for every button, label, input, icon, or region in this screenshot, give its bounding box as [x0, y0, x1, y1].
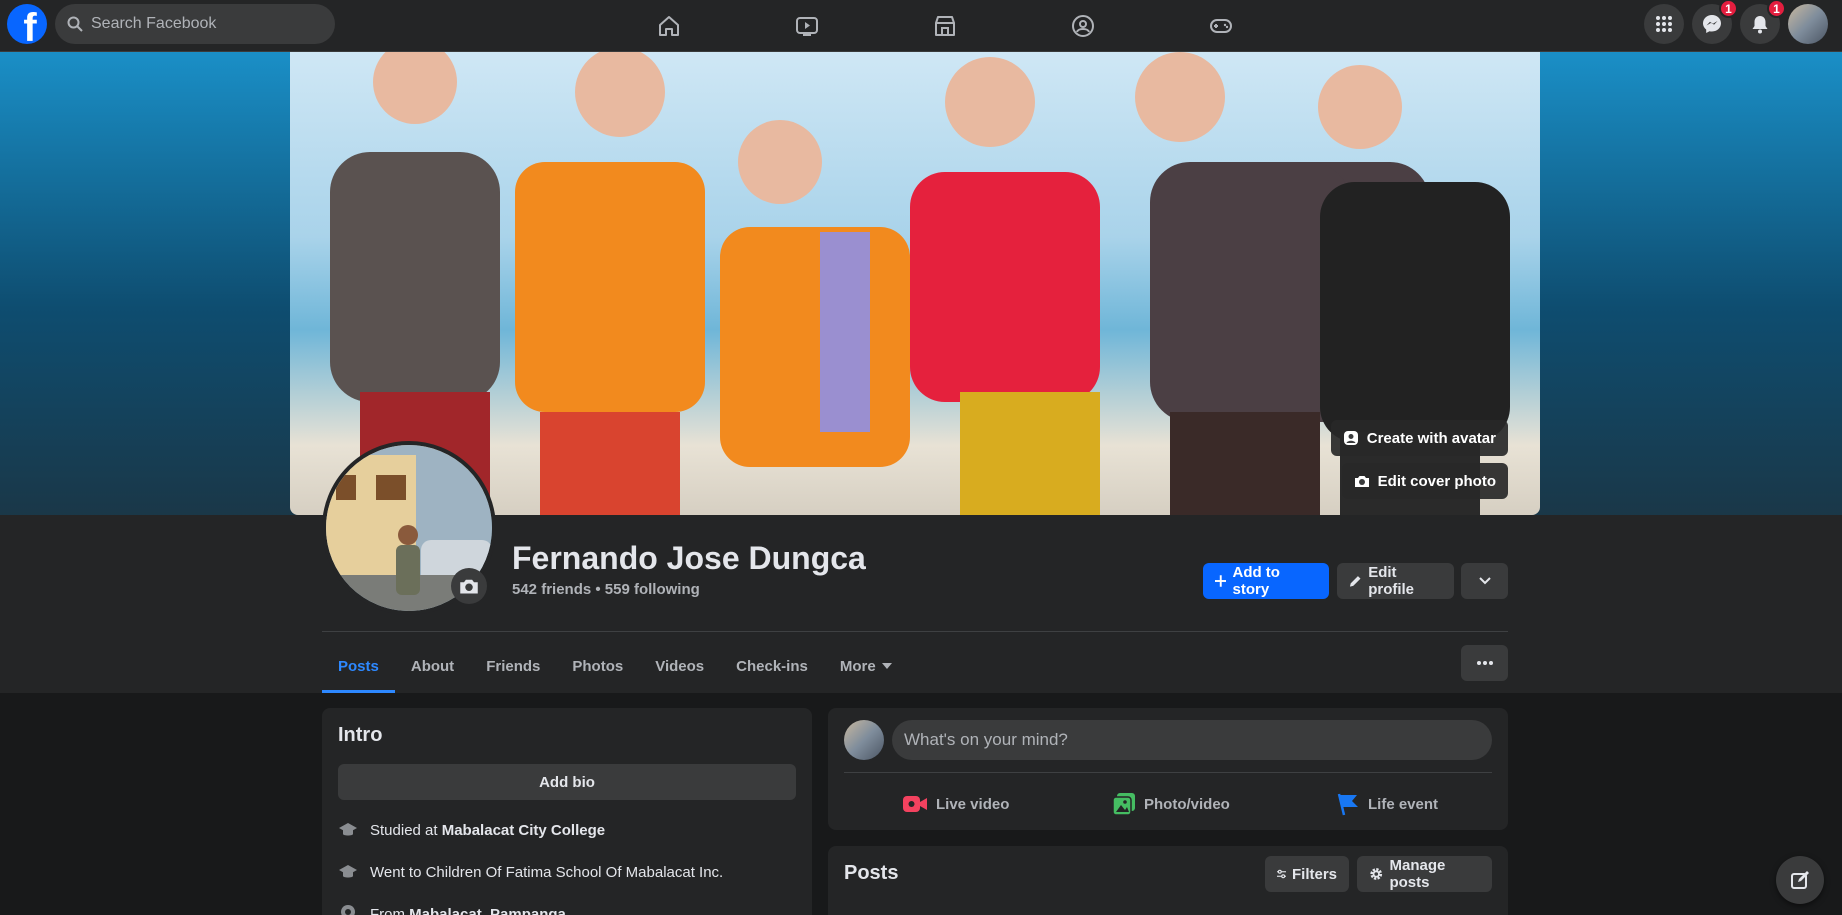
intro-item-text: Studied at Mabalacat City College [370, 821, 606, 839]
main-nav [600, 0, 1290, 52]
intro-hometown: From Mabalacat, Pampanga [338, 904, 566, 915]
nav-marketplace[interactable] [876, 0, 1014, 52]
messenger-badge: 1 [1719, 0, 1738, 18]
camera-icon [460, 579, 478, 594]
search-icon [67, 16, 83, 32]
edit-profile-label: Edit profile [1368, 564, 1415, 598]
composer-avatar[interactable] [844, 720, 884, 760]
manage-posts-label: Manage posts [1389, 857, 1446, 891]
facebook-logo[interactable]: f [7, 4, 47, 44]
account-controls: 1 1 [1644, 0, 1828, 44]
nav-gaming[interactable] [1152, 0, 1290, 52]
photo-video-icon [1112, 793, 1135, 816]
profile-name: Fernando Jose Dungca [512, 540, 866, 576]
photo-video-button[interactable]: Photo/video [1112, 784, 1230, 824]
graduation-cap-icon [339, 865, 357, 878]
life-event-label: Life event [1368, 795, 1439, 813]
photo-video-label: Photo/video [1144, 795, 1230, 813]
life-event-button[interactable]: Life event [1336, 784, 1438, 824]
edit-profile-button[interactable]: Edit profile [1337, 563, 1454, 599]
messenger-button[interactable]: 1 [1692, 0, 1738, 44]
profile-header-panel [0, 515, 1842, 693]
live-video-icon [903, 796, 927, 812]
edit-cover-label: Edit cover photo [1377, 472, 1496, 490]
intro-item-text: From Mabalacat, Pampanga [370, 905, 566, 915]
add-bio-button[interactable]: Add bio [338, 764, 796, 800]
add-to-story-label: Add to story [1232, 564, 1280, 598]
nav-groups[interactable] [1014, 0, 1152, 52]
flag-icon [1337, 793, 1358, 816]
nav-watch[interactable] [738, 0, 876, 52]
live-video-label: Live video [936, 795, 1010, 813]
live-video-button[interactable]: Live video [902, 784, 1009, 824]
gaming-icon [1210, 19, 1232, 33]
post-composer-card: What's on your mind? Live video Photo/vi… [828, 708, 1508, 830]
tab-about[interactable]: About [395, 640, 470, 692]
chevron-down-icon [1478, 577, 1491, 585]
pencil-icon [1349, 576, 1361, 587]
menu-button[interactable] [1644, 4, 1684, 44]
intro-title: Intro [338, 724, 383, 746]
compose-icon [1791, 871, 1809, 889]
grid-menu-icon [1656, 16, 1672, 32]
composer-divider [844, 772, 1492, 773]
cover-photo[interactable]: Create with avatar Edit cover photo [290, 52, 1540, 515]
avatar-icon [1343, 431, 1358, 445]
intro-item-text: Went to Children Of Fatima School Of Mab… [370, 863, 724, 881]
composer-placeholder: What's on your mind? [904, 730, 1068, 749]
groups-icon [1072, 15, 1094, 37]
posts-header-card: Posts Filters Manage posts [828, 846, 1508, 915]
add-to-story-button[interactable]: Add to story [1203, 563, 1329, 599]
filters-label: Filters [1291, 865, 1337, 883]
intro-card: Intro Add bio Studied at Mabalacat City … [322, 708, 812, 915]
tab-videos[interactable]: Videos [639, 640, 720, 692]
tab-photos[interactable]: Photos [556, 640, 639, 692]
intro-education-college: Studied at Mabalacat City College [338, 820, 605, 840]
new-message-button[interactable] [1776, 856, 1824, 904]
profile-more-dropdown-button[interactable] [1461, 563, 1508, 599]
plus-icon [1215, 575, 1227, 587]
tab-posts[interactable]: Posts [322, 640, 395, 693]
tab-check-ins[interactable]: Check-ins [720, 640, 824, 692]
tab-friends[interactable]: Friends [470, 640, 556, 692]
caret-down-icon [881, 663, 892, 669]
whats-on-your-mind-input[interactable]: What's on your mind? [892, 720, 1492, 760]
notifications-badge: 1 [1767, 0, 1786, 18]
bell-icon [1752, 16, 1768, 34]
create-avatar-button[interactable]: Create with avatar [1330, 420, 1508, 456]
add-bio-label: Add bio [539, 773, 595, 791]
account-avatar[interactable] [1788, 4, 1828, 44]
posts-title: Posts [844, 862, 899, 884]
manage-posts-button[interactable]: Manage posts [1357, 856, 1492, 892]
update-profile-picture-button[interactable] [451, 568, 487, 604]
watch-icon [796, 17, 818, 36]
header-divider [322, 631, 1508, 632]
search-bar[interactable] [55, 4, 335, 44]
gear-icon [1370, 868, 1383, 880]
messenger-icon [1703, 15, 1721, 33]
create-avatar-label: Create with avatar [1366, 429, 1496, 447]
top-navigation-bar: f 1 [0, 0, 1842, 52]
camera-icon [1354, 476, 1369, 487]
search-input[interactable] [91, 15, 311, 33]
filters-icon [1277, 869, 1286, 879]
ellipsis-icon [1476, 661, 1493, 665]
notifications-button[interactable]: 1 [1740, 0, 1786, 44]
tabs-more-options-button[interactable] [1461, 645, 1508, 681]
location-pin-icon [341, 905, 355, 915]
friends-following-count[interactable]: 542 friends • 559 following [512, 581, 700, 598]
home-icon [659, 16, 679, 36]
profile-tabs: Posts About Friends Photos Videos Check-… [322, 640, 908, 693]
marketplace-icon [935, 16, 955, 36]
filters-button[interactable]: Filters [1265, 856, 1349, 892]
edit-cover-photo-button[interactable]: Edit cover photo [1341, 463, 1508, 499]
nav-home[interactable] [600, 0, 738, 52]
graduation-cap-icon [339, 823, 357, 836]
intro-education-school: Went to Children Of Fatima School Of Mab… [338, 862, 723, 882]
tab-more[interactable]: More [824, 640, 908, 692]
